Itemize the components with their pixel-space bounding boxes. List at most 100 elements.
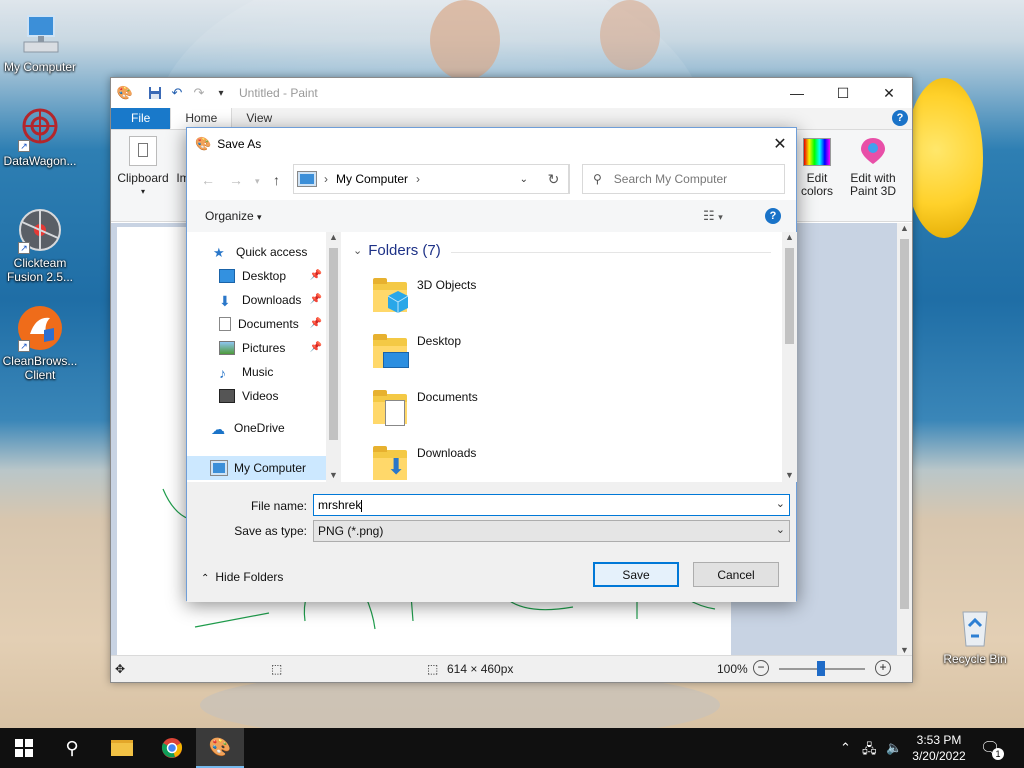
undo-icon[interactable]: ↶ xyxy=(169,85,185,101)
nav-downloads[interactable]: ⬇ Downloads 📌 xyxy=(187,288,326,312)
save-icon[interactable] xyxy=(147,85,163,101)
nav-pictures[interactable]: Pictures 📌 xyxy=(187,336,326,360)
redo-icon[interactable]: ↷ xyxy=(191,85,207,101)
back-arrow-icon[interactable]: ← xyxy=(201,172,215,188)
pin-icon[interactable]: 📌 xyxy=(310,342,322,353)
scroll-down-icon[interactable]: ▼ xyxy=(326,470,341,480)
save-button[interactable]: Save xyxy=(593,562,679,587)
save-type-select[interactable]: PNG (*.png) ⌄ xyxy=(313,520,790,542)
search-input[interactable]: ⚲ Search My Computer xyxy=(582,164,785,194)
text-cursor xyxy=(361,499,363,512)
scroll-up-icon[interactable]: ▲ xyxy=(326,232,341,242)
minimize-button[interactable]: — xyxy=(774,78,820,108)
zoom-level: 100% xyxy=(717,662,748,676)
maximize-button[interactable]: ☐ xyxy=(820,78,866,108)
nav-documents[interactable]: Documents 📌 xyxy=(187,312,326,336)
desktop-icon-recycle-bin[interactable]: Recycle Bin xyxy=(935,602,1015,666)
file-list-scrollbar[interactable]: ▲ ▼ xyxy=(782,232,797,482)
taskbar-clock[interactable]: 3:53 PM 3/20/2022 xyxy=(906,732,972,764)
file-name-input[interactable]: mrshrek ⌄ xyxy=(313,494,790,516)
computer-icon xyxy=(16,10,64,58)
cancel-button[interactable]: Cancel xyxy=(693,562,779,587)
canvas-vertical-scrollbar[interactable]: ▲ ▼ xyxy=(897,223,912,657)
zoom-in-button[interactable]: + xyxy=(875,660,891,676)
scroll-down-icon[interactable]: ▼ xyxy=(782,470,797,480)
help-icon[interactable]: ? xyxy=(765,208,781,224)
network-icon[interactable]: 🖧 xyxy=(862,740,877,762)
pin-icon[interactable]: 📌 xyxy=(310,294,322,305)
file-name-label: File name: xyxy=(250,499,307,513)
scroll-thumb[interactable] xyxy=(329,248,338,440)
star-icon: ★ xyxy=(213,245,225,260)
edit-with-paint3d-button[interactable]: Edit with Paint 3D xyxy=(845,136,901,198)
help-icon[interactable]: ? xyxy=(892,110,908,126)
nav-music[interactable]: ♪ Music xyxy=(187,360,326,384)
clipboard-icon xyxy=(129,136,157,166)
dialog-close-button[interactable]: ✕ xyxy=(764,128,796,160)
nav-pane-scrollbar[interactable]: ▲ ▼ xyxy=(326,232,341,482)
hide-folders-button[interactable]: ⌃ Hide Folders xyxy=(201,570,283,584)
file-explorer-taskbar-button[interactable] xyxy=(98,728,146,768)
scroll-thumb[interactable] xyxy=(785,248,794,344)
address-bar[interactable]: › My Computer › ⌄ xyxy=(293,164,569,194)
chevron-down-icon[interactable]: ⌄ xyxy=(776,497,785,510)
organize-button[interactable]: Organize ▾ xyxy=(205,209,262,223)
forward-arrow-icon[interactable]: → xyxy=(229,172,243,188)
window-title: Untitled - Paint xyxy=(239,86,318,100)
clipboard-group[interactable]: Clipboard ▾ xyxy=(115,136,171,198)
volume-icon[interactable]: 🔈 xyxy=(886,740,902,756)
paint-statusbar: ✥ ⬚ ⬚ 614 × 460px 100% − + xyxy=(111,655,912,682)
customize-qat-icon[interactable]: ▾ xyxy=(213,85,229,101)
notification-center-button[interactable]: 🗨 1 xyxy=(980,738,1004,760)
desktop-folder-icon xyxy=(371,332,411,372)
close-button[interactable]: ✕ xyxy=(866,78,912,108)
navigation-pane: ★ Quick access Desktop 📌 ⬇ Downloads 📌 Docum… xyxy=(187,232,341,482)
scroll-down-icon[interactable]: ▼ xyxy=(897,645,912,655)
paint-taskbar-button[interactable]: 🎨 xyxy=(196,728,244,768)
chrome-taskbar-button[interactable] xyxy=(148,728,196,768)
chrome-icon xyxy=(161,738,183,758)
edit-colors-button[interactable]: Edit colors xyxy=(795,136,839,198)
view-options-icon[interactable]: ☷ ▾ xyxy=(703,208,723,224)
documents-folder-icon xyxy=(371,388,411,428)
folders-group-header[interactable]: ⌄ Folders (7) xyxy=(353,242,771,259)
desktop-icon-label: My Computer xyxy=(3,60,77,74)
desktop-icon-datawagon[interactable]: ↗ DataWagon... xyxy=(0,104,80,168)
paint3d-icon xyxy=(859,136,887,166)
nav-onedrive[interactable]: ☁ OneDrive xyxy=(187,416,326,440)
tab-file[interactable]: File xyxy=(111,107,171,129)
desktop-icon-cleanbrowsing[interactable]: ↗ CleanBrows... Client xyxy=(0,304,80,382)
show-hidden-icons-icon[interactable]: ⌃ xyxy=(840,740,851,756)
start-button[interactable] xyxy=(0,728,48,768)
folder-item[interactable]: Desktop xyxy=(371,332,671,382)
search-button[interactable]: ⚲ xyxy=(48,728,96,768)
up-arrow-icon[interactable]: ↑ xyxy=(273,172,280,188)
quick-access-toolbar: 🎨 ↶ ↷ ▾ xyxy=(111,85,229,101)
nav-quick-access[interactable]: ★ Quick access xyxy=(187,240,326,264)
clock-date: 3/20/2022 xyxy=(912,749,966,763)
folder-item[interactable]: Documents xyxy=(371,388,671,438)
save-options-area: File name: mrshrek ⌄ Save as type: PNG (… xyxy=(187,482,796,602)
nav-videos[interactable]: Videos xyxy=(187,384,326,408)
desktop-icon-my-computer[interactable]: My Computer xyxy=(0,10,80,74)
zoom-slider-thumb[interactable] xyxy=(817,661,825,676)
scroll-up-icon[interactable]: ▲ xyxy=(782,232,797,242)
scroll-up-icon[interactable]: ▲ xyxy=(897,223,912,233)
folder-item[interactable]: 3D Objects xyxy=(371,276,671,326)
tab-view[interactable]: View xyxy=(232,107,286,129)
address-dropdown-icon[interactable]: ⌄ xyxy=(520,174,528,185)
file-list: ⌄ Folders (7) 3D Objects Desktop Documen… xyxy=(343,232,797,482)
pin-icon[interactable]: 📌 xyxy=(310,270,322,281)
scroll-thumb[interactable] xyxy=(900,239,909,609)
clickteam-icon: ↗ xyxy=(16,206,64,254)
zoom-out-button[interactable]: − xyxy=(753,660,769,676)
desktop-icon-clickteam[interactable]: ↗ Clickteam Fusion 2.5... xyxy=(0,206,80,284)
nav-desktop[interactable]: Desktop 📌 xyxy=(187,264,326,288)
tab-home[interactable]: Home xyxy=(170,106,233,129)
address-text[interactable]: My Computer xyxy=(336,172,408,186)
recent-locations-icon[interactable]: ▾ xyxy=(255,176,260,187)
chevron-down-icon[interactable]: ⌄ xyxy=(776,523,785,536)
refresh-button[interactable]: ↻ xyxy=(538,164,570,194)
pin-icon[interactable]: 📌 xyxy=(310,318,322,329)
nav-my-computer[interactable]: My Computer xyxy=(187,456,326,480)
